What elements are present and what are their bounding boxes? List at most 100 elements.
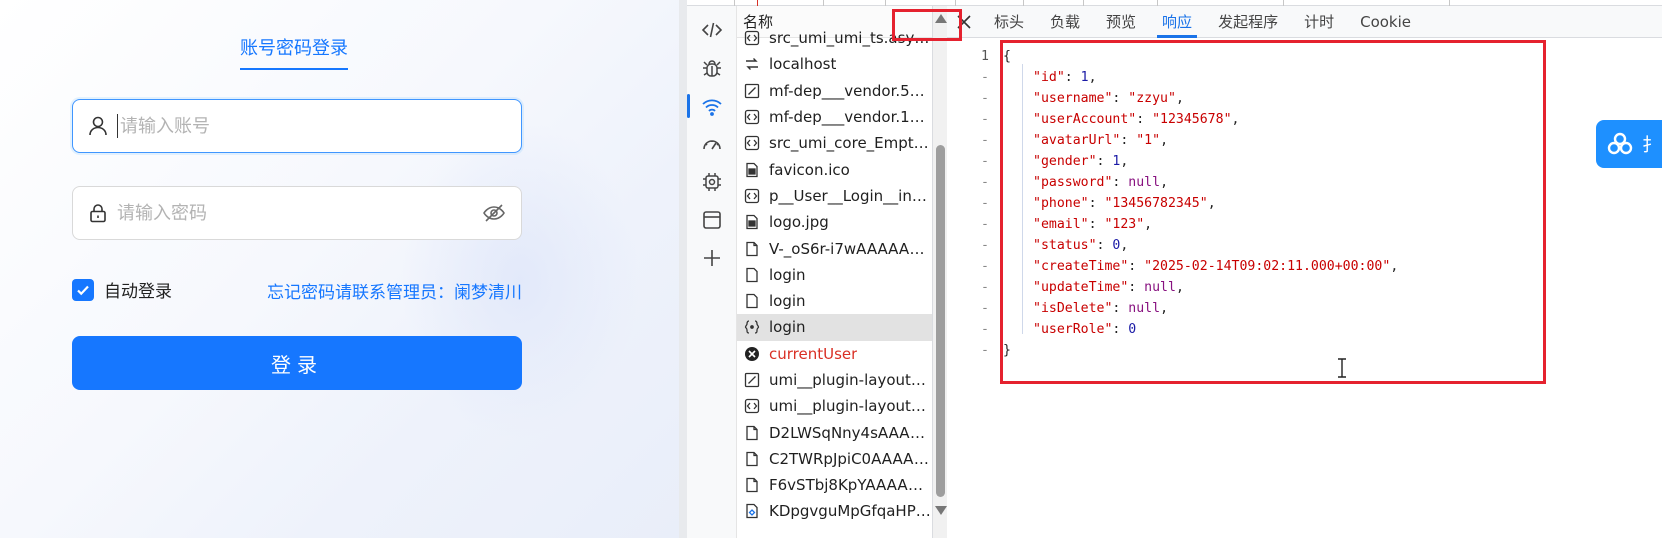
request-row[interactable]: login bbox=[737, 262, 932, 288]
request-name: C2TWRpJpiC0AAAAA... bbox=[769, 449, 932, 468]
line-gutter[interactable]: - bbox=[947, 301, 991, 316]
request-name: src_umi_core_EmptyRo... bbox=[769, 134, 932, 153]
request-list: 名称 src_umi_umi_ts.async.js localhost mf-de… bbox=[737, 6, 933, 538]
script-icon bbox=[743, 134, 761, 152]
request-row[interactable]: currentUser bbox=[737, 341, 932, 367]
edit-icon bbox=[743, 371, 761, 389]
image-icon bbox=[743, 161, 761, 179]
tab-account-password-login[interactable]: 账号密码登录 bbox=[240, 34, 348, 70]
line-gutter[interactable]: - bbox=[947, 238, 991, 253]
forgot-password-link[interactable]: 忘记密码请联系管理员：阑梦清川 bbox=[267, 278, 522, 303]
line-gutter[interactable]: - bbox=[947, 175, 991, 190]
request-row[interactable]: KDpgvguMpGfqaHPjic... bbox=[737, 498, 932, 524]
request-name: mf-dep___vendor.5a1... bbox=[769, 81, 932, 100]
add-icon[interactable] bbox=[696, 242, 728, 274]
lock-icon bbox=[87, 202, 109, 224]
request-row[interactable]: C2TWRpJpiC0AAAAA... bbox=[737, 446, 932, 472]
document-icon bbox=[743, 476, 761, 494]
line-gutter[interactable]: - bbox=[947, 91, 991, 106]
scroll-down-icon[interactable] bbox=[935, 506, 947, 515]
application-icon[interactable] bbox=[696, 204, 728, 236]
tab-item-0[interactable]: 标头 bbox=[981, 6, 1037, 38]
line-gutter[interactable]: - bbox=[947, 133, 991, 148]
line-gutter[interactable]: 1 bbox=[947, 49, 991, 64]
request-name: V-_oS6r-i7wAAAAAAA... bbox=[769, 239, 932, 258]
request-row[interactable]: login bbox=[737, 288, 932, 314]
line-gutter[interactable]: - bbox=[947, 259, 991, 274]
password-field[interactable] bbox=[72, 186, 522, 240]
request-row[interactable]: D2LWSqNny4sAAAAA... bbox=[737, 419, 932, 445]
request-row[interactable]: logo.jpg bbox=[737, 209, 932, 235]
request-row[interactable]: mf-dep___vendor.5a1... bbox=[737, 78, 932, 104]
account-field[interactable] bbox=[72, 99, 522, 153]
tab-item-1[interactable]: 负载 bbox=[1037, 6, 1093, 38]
line-gutter[interactable]: - bbox=[947, 280, 991, 295]
tab-item-4[interactable]: 发起程序 bbox=[1205, 6, 1291, 38]
response-tab-highlight-box bbox=[892, 9, 962, 41]
script-icon bbox=[743, 397, 761, 415]
request-name: login bbox=[769, 292, 806, 311]
tab-item-5[interactable]: 计时 bbox=[1291, 6, 1347, 38]
tab-item-3[interactable]: 响应 bbox=[1149, 6, 1205, 38]
elements-code-icon[interactable] bbox=[696, 14, 728, 46]
line-gutter[interactable]: - bbox=[947, 154, 991, 169]
user-icon bbox=[87, 115, 109, 137]
document-icon bbox=[743, 450, 761, 468]
auto-login-label: 自动登录 bbox=[104, 282, 172, 302]
extension-badge[interactable]: 扌 bbox=[1596, 120, 1662, 168]
line-gutter[interactable]: - bbox=[947, 343, 991, 358]
request-row[interactable]: V-_oS6r-i7wAAAAAAA... bbox=[737, 235, 932, 261]
line-gutter[interactable]: - bbox=[947, 196, 991, 211]
account-input[interactable] bbox=[120, 115, 521, 137]
eye-invisible-icon[interactable] bbox=[481, 200, 507, 226]
file-icon bbox=[743, 292, 761, 310]
tab-cookie[interactable]: Cookie bbox=[1347, 6, 1424, 38]
memory-icon[interactable] bbox=[696, 166, 728, 198]
tab-item-2[interactable]: 预览 bbox=[1093, 6, 1149, 38]
request-row[interactable]: umi__plugin-layout__L... bbox=[737, 367, 932, 393]
request-row[interactable]: p__User__Login__index... bbox=[737, 183, 932, 209]
script-icon bbox=[743, 29, 761, 47]
line-gutter[interactable]: - bbox=[947, 112, 991, 127]
auto-login-checkbox-group[interactable]: 自动登录 bbox=[72, 277, 172, 302]
request-name: login bbox=[769, 265, 806, 284]
request-row[interactable]: login bbox=[737, 314, 932, 341]
request-name: umi__plugin-layout__L... bbox=[769, 397, 932, 416]
line-gutter[interactable]: - bbox=[947, 217, 991, 232]
request-name: login bbox=[769, 318, 806, 337]
performance-icon[interactable] bbox=[696, 128, 728, 160]
network-icon[interactable] bbox=[687, 90, 728, 122]
i-beam-cursor-icon bbox=[1336, 358, 1348, 382]
request-name: p__User__Login__index... bbox=[769, 186, 932, 205]
file-icon bbox=[743, 266, 761, 284]
line-gutter[interactable]: - bbox=[947, 70, 991, 85]
request-name: favicon.ico bbox=[769, 160, 850, 179]
request-row[interactable]: favicon.ico bbox=[737, 156, 932, 182]
bug-icon[interactable] bbox=[696, 52, 728, 84]
checkbox-checked-icon[interactable] bbox=[72, 278, 94, 301]
document-icon bbox=[743, 424, 761, 442]
devtools-sidebar bbox=[687, 6, 737, 538]
request-name: D2LWSqNny4sAAAAA... bbox=[769, 423, 932, 442]
scrollbar-thumb[interactable] bbox=[936, 145, 945, 497]
request-name: logo.jpg bbox=[769, 213, 829, 232]
request-row[interactable]: F6vSTbj8KpYAAAAAA... bbox=[737, 472, 932, 498]
request-row[interactable]: localhost bbox=[737, 51, 932, 77]
request-name: umi__plugin-layout__L... bbox=[769, 371, 932, 389]
login-button[interactable]: 登录 bbox=[72, 336, 522, 390]
request-row[interactable]: umi__plugin-layout__L... bbox=[737, 393, 932, 419]
detail-tabs: 标头 负载 预览 响应 发起程序 计时 Cookie bbox=[947, 6, 1662, 38]
edit-icon bbox=[743, 82, 761, 100]
request-name: KDpgvguMpGfqaHPjic... bbox=[769, 502, 932, 521]
extension-badge-text: 扌 bbox=[1642, 135, 1660, 156]
text-caret bbox=[117, 114, 118, 138]
baidu-netdisk-icon bbox=[1607, 132, 1633, 155]
line-gutter[interactable]: - bbox=[947, 322, 991, 337]
login-page: 账号密码登录 自动登录 忘记密码请联系管理员：阑梦清川 登录 bbox=[0, 0, 680, 538]
image-icon bbox=[743, 213, 761, 231]
request-name: currentUser bbox=[769, 344, 858, 363]
fetch-icon bbox=[743, 318, 761, 336]
request-row[interactable]: mf-dep___vendor.1d9... bbox=[737, 104, 932, 130]
password-input[interactable] bbox=[117, 202, 481, 224]
request-row[interactable]: src_umi_core_EmptyRo... bbox=[737, 130, 932, 156]
